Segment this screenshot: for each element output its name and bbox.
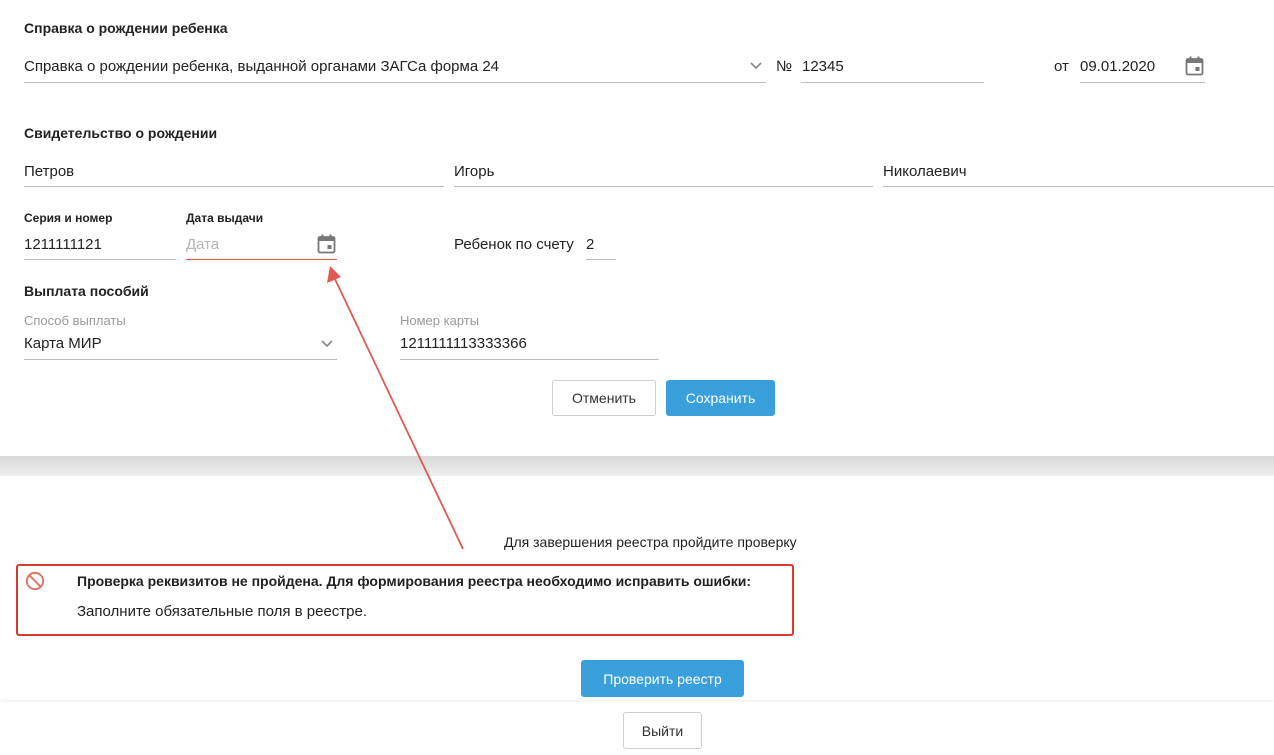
- date-value: 09.01.2020: [1080, 58, 1156, 75]
- number-value: 12345: [802, 58, 844, 75]
- payment-method-select[interactable]: Карта МИР: [24, 328, 337, 360]
- chevron-down-icon: [750, 62, 762, 70]
- verify-registry-button[interactable]: Проверить реестр: [581, 660, 744, 697]
- error-title: Проверка реквизитов не пройдена. Для фор…: [77, 573, 752, 589]
- chevron-down-icon: [321, 340, 333, 348]
- payment-title: Выплата пособий: [24, 283, 149, 299]
- series-value: 1211111121: [24, 236, 102, 253]
- date-field[interactable]: 09.01.2020: [1080, 48, 1205, 83]
- patronymic-field[interactable]: Николаевич: [883, 153, 1274, 187]
- doc-type-select[interactable]: Справка о рождении ребенка, выданной орг…: [24, 48, 766, 83]
- doc-type-value: Справка о рождении ребенка, выданной орг…: [24, 58, 500, 75]
- error-detail: Заполните обязательные поля в реестре.: [77, 603, 368, 620]
- save-button[interactable]: Сохранить: [666, 380, 775, 416]
- calendar-icon[interactable]: [317, 234, 336, 254]
- payment-method-label: Способ выплаты: [24, 313, 126, 328]
- section-divider: [0, 456, 1274, 476]
- last-name-field[interactable]: Петров: [24, 153, 444, 187]
- issue-date-field[interactable]: Дата: [186, 228, 337, 260]
- issue-date-placeholder: Дата: [186, 236, 220, 253]
- check-hint: Для завершения реестра пройдите проверку: [504, 534, 797, 550]
- number-field[interactable]: 12345: [801, 48, 984, 83]
- series-label: Серия и номер: [24, 211, 113, 225]
- card-number-value: 1211111113333366: [400, 335, 527, 352]
- child-order-value: 2: [586, 236, 595, 253]
- issue-date-label: Дата выдачи: [186, 211, 264, 225]
- child-order-field[interactable]: 2: [586, 228, 616, 260]
- birth-ref-title: Справка о рождении ребенка: [24, 20, 228, 36]
- patronymic-value: Николаевич: [883, 163, 967, 180]
- card-number-label: Номер карты: [400, 313, 480, 328]
- error-message-box: Проверка реквизитов не пройдена. Для фор…: [16, 564, 794, 636]
- annotation-arrow: [327, 266, 464, 550]
- footer: Выйти: [0, 702, 1274, 755]
- last-name-value: Петров: [24, 163, 75, 180]
- child-order-label: Ребенок по счету: [454, 236, 574, 253]
- number-label: №: [776, 58, 793, 75]
- birth-cert-title: Свидетельство о рождении: [24, 125, 218, 141]
- prohibited-icon: [25, 571, 45, 591]
- payment-method-value: Карта МИР: [24, 335, 102, 352]
- exit-button[interactable]: Выйти: [623, 712, 702, 749]
- first-name-value: Игорь: [454, 163, 495, 180]
- date-label: от: [1054, 58, 1069, 75]
- card-number-field[interactable]: 1211111113333366: [400, 328, 659, 360]
- first-name-field[interactable]: Игорь: [454, 153, 873, 187]
- cancel-button[interactable]: Отменить: [552, 380, 656, 416]
- series-field[interactable]: 1211111121: [24, 228, 176, 260]
- calendar-icon[interactable]: [1185, 56, 1204, 76]
